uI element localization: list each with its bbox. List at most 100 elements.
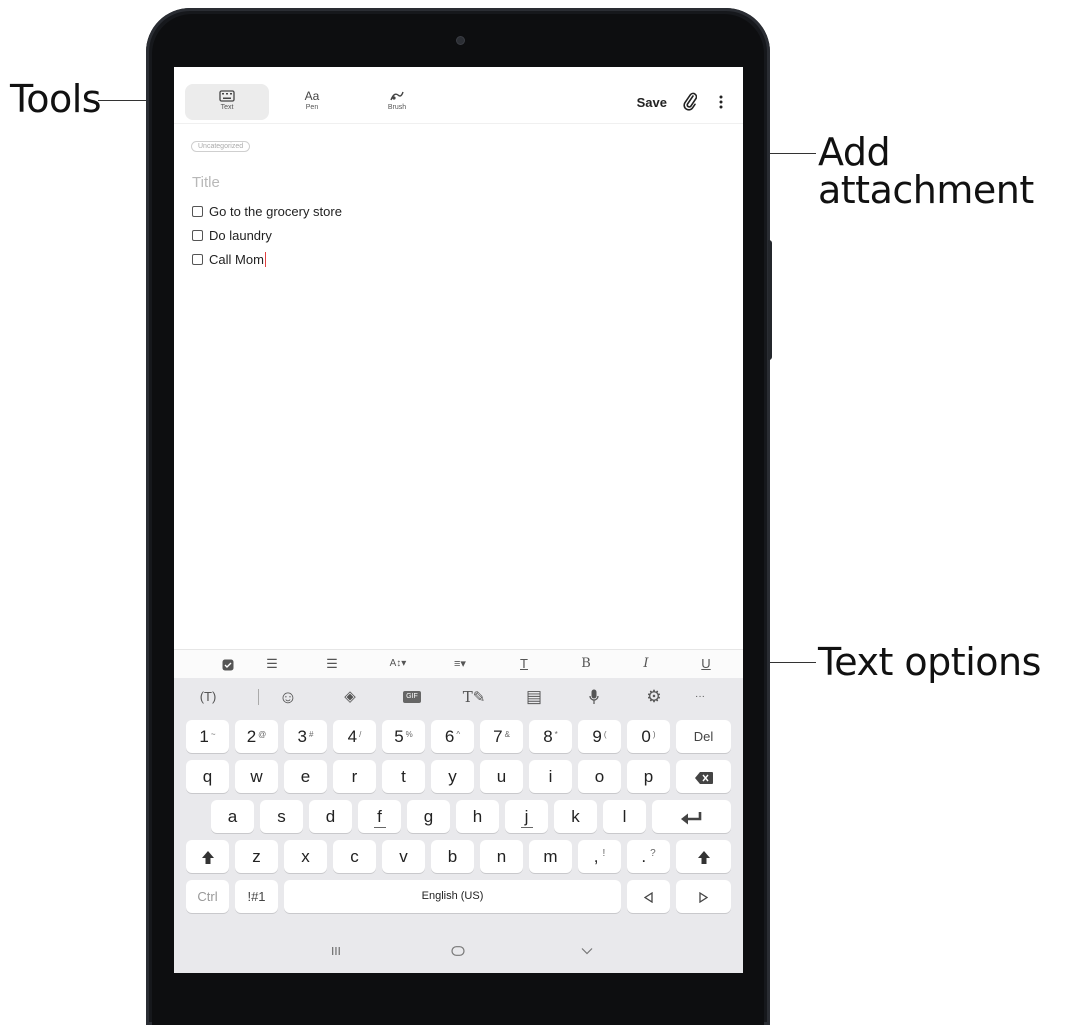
checklist-item[interactable]: Call Mom <box>192 247 342 271</box>
tool-text[interactable]: Text <box>185 84 269 120</box>
key-z[interactable]: z <box>235 840 278 873</box>
key-secondary: % <box>405 730 413 739</box>
cursor-right-key[interactable] <box>676 880 731 913</box>
handwriting-icon[interactable]: T✎ <box>454 678 494 716</box>
settings-icon[interactable]: ⚙ <box>634 678 674 716</box>
text-color-icon[interactable]: T <box>504 650 544 678</box>
key-v[interactable]: v <box>382 840 425 873</box>
key-4[interactable]: 4/ <box>333 720 376 753</box>
key-q[interactable]: q <box>186 760 229 793</box>
key-t[interactable]: t <box>382 760 425 793</box>
back-hide-keyboard-icon[interactable] <box>567 927 607 973</box>
key-w[interactable]: w <box>235 760 278 793</box>
key-c[interactable]: c <box>333 840 376 873</box>
recents-icon[interactable] <box>316 927 356 973</box>
key-d[interactable]: d <box>309 800 352 833</box>
key-b[interactable]: b <box>431 840 474 873</box>
arrow-left-icon <box>643 891 653 904</box>
translate-icon[interactable]: (T) <box>188 678 228 716</box>
key-secondary: @ <box>258 730 267 739</box>
callout-tools: Tools <box>10 77 102 121</box>
home-icon[interactable] <box>438 927 478 973</box>
checkbox-list-icon[interactable] <box>208 650 248 678</box>
key-7[interactable]: 7 & <box>480 720 523 753</box>
shift-key-right[interactable] <box>676 840 731 873</box>
gif-label: GIF <box>403 691 421 704</box>
more-horizontal-icon[interactable]: ··· <box>680 678 720 716</box>
font-size-icon[interactable]: A↕▾ <box>378 650 418 678</box>
bold-icon[interactable]: B <box>566 650 606 678</box>
key-n[interactable]: n <box>480 840 523 873</box>
gif-icon[interactable]: GIF <box>392 678 432 716</box>
sticker-icon[interactable]: ◈ <box>330 678 370 716</box>
delete-key[interactable]: Del <box>676 720 731 753</box>
key-o[interactable]: o <box>578 760 621 793</box>
backspace-key[interactable] <box>676 760 731 793</box>
key-g[interactable]: g <box>407 800 450 833</box>
key-a[interactable]: a <box>211 800 254 833</box>
key-r[interactable]: r <box>333 760 376 793</box>
key-6[interactable]: 6 ^ <box>431 720 474 753</box>
checkbox[interactable] <box>192 253 203 265</box>
symbols-key[interactable]: !#1 <box>235 880 278 913</box>
numbered-list-icon[interactable]: ☰ <box>252 650 292 678</box>
key-l[interactable]: l <box>603 800 646 833</box>
ctrl-key[interactable]: Ctrl <box>186 880 229 913</box>
key-1[interactable]: 1 ~ <box>186 720 229 753</box>
checklist-item-text: Call Mom <box>209 251 264 267</box>
key-label: 4 <box>347 727 358 746</box>
shift-key-left[interactable] <box>186 840 229 873</box>
pen-text-icon: Aa <box>304 89 320 103</box>
title-placeholder[interactable]: Title <box>192 174 220 191</box>
key-k[interactable]: k <box>554 800 597 833</box>
screen: Text Aa Pen Brush Save Uncategorized Tit… <box>174 67 743 973</box>
align-icon[interactable]: ≡▾ <box>440 650 480 678</box>
more-vertical-icon[interactable] <box>719 94 723 110</box>
bulleted-list-icon[interactable]: ☰ <box>312 650 352 678</box>
shift-icon <box>201 851 214 865</box>
key-u[interactable]: u <box>480 760 523 793</box>
key-f[interactable]: f <box>358 800 401 833</box>
enter-key[interactable] <box>652 800 731 833</box>
save-button[interactable]: Save <box>637 95 667 110</box>
key-8[interactable]: 8 * <box>529 720 572 753</box>
emoji-icon[interactable]: ☺ <box>268 678 308 716</box>
keyboard-icon <box>219 90 235 102</box>
tool-pen[interactable]: Aa Pen <box>270 84 354 120</box>
category-chip[interactable]: Uncategorized <box>191 141 251 152</box>
paperclip-icon[interactable] <box>683 91 697 111</box>
checklist-item[interactable]: Go to the grocery store <box>192 199 342 223</box>
key-0[interactable]: 0) <box>627 720 670 753</box>
key-secondary: ( <box>603 730 607 739</box>
key-2[interactable]: 2 @ <box>235 720 278 753</box>
checkbox[interactable] <box>192 205 203 217</box>
clipboard-icon[interactable]: ▤ <box>514 678 554 716</box>
tool-brush[interactable]: Brush <box>355 84 439 120</box>
key-x[interactable]: x <box>284 840 327 873</box>
key-m[interactable]: m <box>529 840 572 873</box>
key-period[interactable]: .? <box>627 840 670 873</box>
key-e[interactable]: e <box>284 760 327 793</box>
microphone-icon[interactable] <box>574 678 614 716</box>
key-h[interactable]: h <box>456 800 499 833</box>
key-comma[interactable]: ,! <box>578 840 621 873</box>
note-toolbar: Text Aa Pen Brush Save <box>174 67 743 124</box>
key-j[interactable]: j <box>505 800 548 833</box>
key-y[interactable]: y <box>431 760 474 793</box>
checklist-item[interactable]: Do laundry <box>192 223 342 247</box>
checkbox[interactable] <box>192 229 203 241</box>
key-3[interactable]: 3 # <box>284 720 327 753</box>
arrow-right-icon <box>699 891 709 904</box>
italic-icon[interactable]: I <box>626 650 666 678</box>
shift-icon <box>697 851 710 865</box>
key-s[interactable]: s <box>260 800 303 833</box>
key-secondary: & <box>504 730 510 739</box>
underline-icon[interactable]: U <box>686 650 726 678</box>
key-i[interactable]: i <box>529 760 572 793</box>
cursor-left-key[interactable] <box>627 880 670 913</box>
key-label: . <box>641 847 647 866</box>
key-9[interactable]: 9( <box>578 720 621 753</box>
key-5[interactable]: 5% <box>382 720 425 753</box>
space-bar[interactable]: English (US) <box>284 880 621 913</box>
key-p[interactable]: p <box>627 760 670 793</box>
